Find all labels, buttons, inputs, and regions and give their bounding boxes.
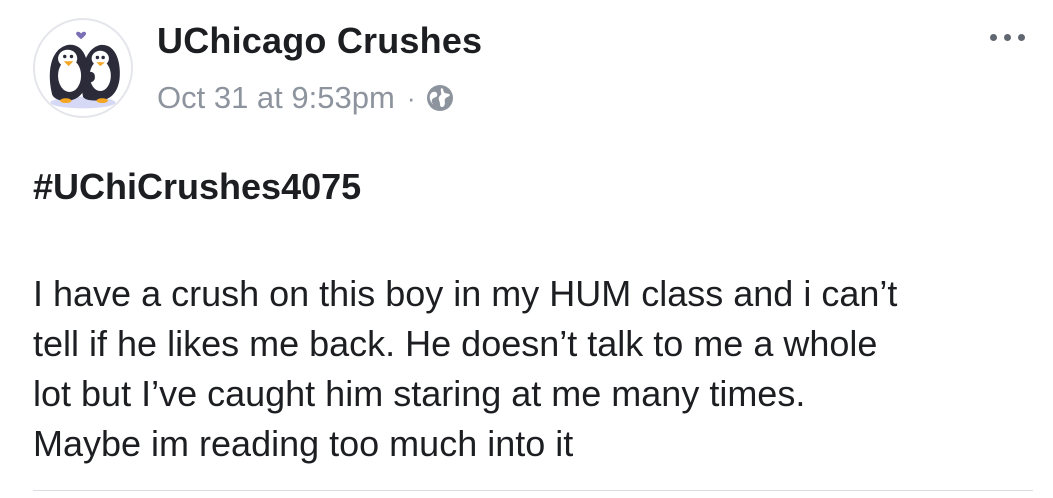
post-body-line: I have a crush on this boy in my HUM cla…	[33, 273, 898, 314]
page-avatar[interactable]	[33, 18, 133, 118]
post-timestamp[interactable]: Oct 31 at 9:53pm	[157, 80, 395, 116]
post-meta: Oct 31 at 9:53pm ·	[157, 80, 455, 116]
post-body-line: lot but I’ve caught him staring at me ma…	[33, 373, 806, 414]
more-options-dot	[1018, 34, 1025, 41]
post-body-line: Maybe im reading too much into it	[33, 423, 574, 464]
globe-icon[interactable]	[425, 83, 455, 113]
post-hashtag[interactable]: #UChiCrushes4075	[33, 166, 361, 208]
more-options-button[interactable]	[988, 28, 1027, 47]
post-body-line: tell if he likes me back. He doesn’t tal…	[33, 323, 878, 364]
more-options-icon	[990, 34, 997, 41]
meta-separator: ·	[406, 82, 416, 113]
page-name-link[interactable]: UChicago Crushes	[157, 20, 482, 62]
more-options-dot	[1004, 34, 1011, 41]
penguin-logo-icon	[49, 31, 120, 109]
post-body: I have a crush on this boy in my HUM cla…	[33, 269, 1033, 469]
post-card: UChicago Crushes Oct 31 at 9:53pm · #UCh…	[0, 0, 1053, 498]
post-divider	[33, 490, 1033, 491]
